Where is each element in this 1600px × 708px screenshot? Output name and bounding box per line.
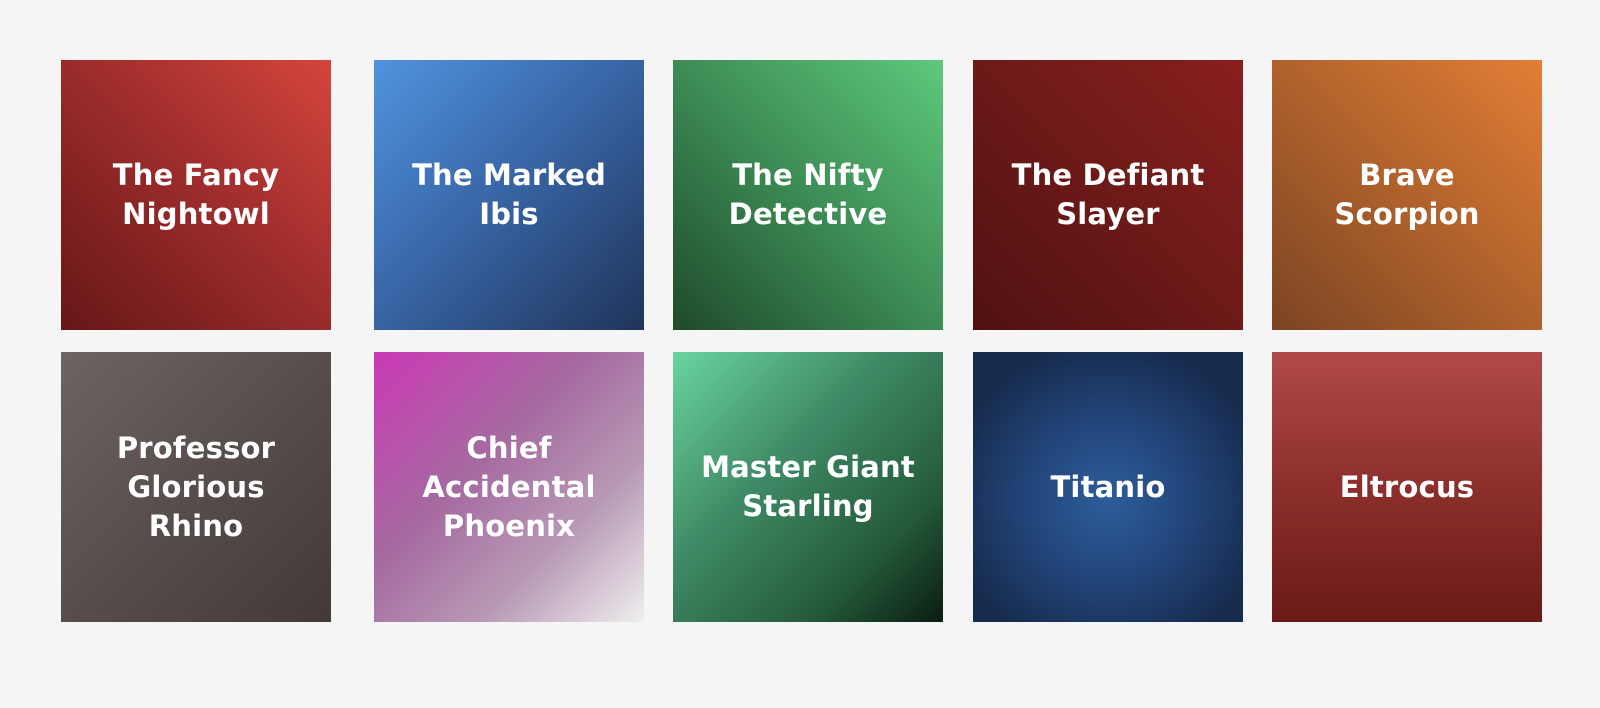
tile-label: Eltrocus [1339, 469, 1475, 504]
tile-label: The Fancy Nightowl [112, 158, 280, 231]
tile-chief-accidental-phoenix[interactable]: Chief Accidental Phoenix [374, 352, 644, 622]
tile-label: Professor Glorious Rhino [116, 430, 276, 543]
tile-master-giant-starling[interactable]: Master Giant Starling [673, 352, 943, 622]
tile-label: Brave Scorpion [1334, 158, 1480, 231]
tile-titanio[interactable]: Titanio [973, 352, 1243, 622]
tile-professor-glorious-rhino[interactable]: Professor Glorious Rhino [61, 352, 331, 622]
tile-label: The Defiant Slayer [1011, 158, 1205, 231]
tile-eltrocus[interactable]: Eltrocus [1272, 352, 1542, 622]
tile-the-marked-ibis[interactable]: The Marked Ibis [374, 60, 644, 330]
tile-label: Titanio [1050, 469, 1166, 504]
tile-brave-scorpion[interactable]: Brave Scorpion [1272, 60, 1542, 330]
tile-label: Master Giant Starling [701, 450, 915, 523]
tile-the-defiant-slayer[interactable]: The Defiant Slayer [973, 60, 1243, 330]
tile-label: The Nifty Detective [728, 158, 888, 231]
tile-the-nifty-detective[interactable]: The Nifty Detective [673, 60, 943, 330]
tile-label: The Marked Ibis [412, 158, 606, 231]
profile-tile-grid: The Fancy Nightowl The Marked Ibis The N… [0, 0, 1600, 708]
tile-the-fancy-nightowl[interactable]: The Fancy Nightowl [61, 60, 331, 330]
tile-label: Chief Accidental Phoenix [422, 430, 596, 543]
